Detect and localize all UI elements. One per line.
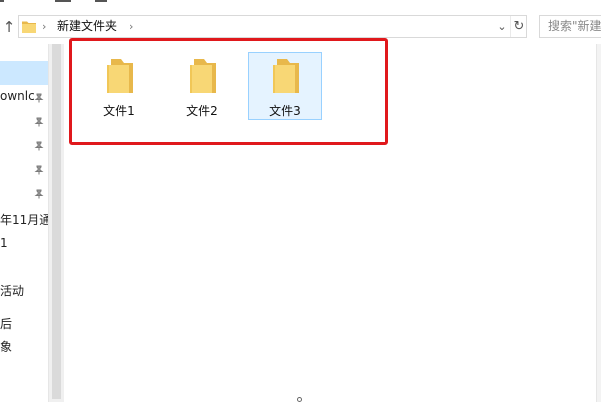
- ribbon-fragment: [55, 0, 71, 2]
- file-list-pane[interactable]: 文件1 文件2 文件3: [64, 44, 601, 402]
- nav-item-label[interactable]: 象: [0, 338, 12, 355]
- up-arrow-icon[interactable]: ↑: [0, 17, 18, 37]
- breadcrumb-separator[interactable]: ›: [42, 16, 46, 37]
- nav-item-label[interactable]: 活动: [0, 282, 24, 299]
- nav-item-label[interactable]: 后: [0, 315, 12, 332]
- ribbon-fragment: [0, 0, 4, 2]
- nav-item-label[interactable]: ownlc: [0, 89, 35, 103]
- ribbon-fragment: [95, 0, 107, 2]
- search-input[interactable]: 搜索"新建: [539, 15, 601, 38]
- folder-item[interactable]: 文件2: [165, 52, 239, 120]
- folder-item[interactable]: 文件1: [82, 52, 156, 120]
- pin-icon[interactable]: [34, 117, 44, 127]
- folder-item-selected[interactable]: 文件3: [248, 52, 322, 120]
- breadcrumb-separator[interactable]: ›: [129, 16, 133, 37]
- nav-item-label[interactable]: 1: [0, 236, 8, 250]
- scrollbar-thumb[interactable]: [52, 44, 61, 399]
- folder-icon: [107, 59, 133, 93]
- refresh-icon[interactable]: ↻: [510, 16, 527, 37]
- folder-icon: [273, 59, 299, 93]
- nav-item-selected[interactable]: [0, 61, 48, 85]
- address-row: ↑ › 新建文件夹 › ⌄ ↻ 搜索"新建: [0, 10, 601, 44]
- folder-icon: [22, 21, 36, 33]
- breadcrumb-current-folder[interactable]: 新建文件夹: [57, 16, 117, 37]
- pin-icon[interactable]: [34, 189, 44, 199]
- resize-handle[interactable]: [297, 397, 302, 402]
- pin-icon[interactable]: [34, 93, 44, 103]
- folder-name: 文件1: [103, 104, 135, 118]
- folder-icon: [190, 59, 216, 93]
- nav-item-label[interactable]: 年11月通报: [0, 211, 48, 228]
- pin-icon[interactable]: [34, 141, 44, 151]
- pin-icon[interactable]: [34, 165, 44, 175]
- navigation-pane: ownlc 年11月通报 1 活动 后 象: [0, 44, 48, 402]
- search-placeholder: 搜索"新建: [548, 19, 601, 33]
- nav-scrollbar[interactable]: [48, 44, 64, 402]
- folder-name: 文件2: [186, 104, 218, 118]
- folder-name: 文件3: [269, 104, 301, 118]
- content-scrollbar[interactable]: [596, 44, 601, 402]
- address-bar[interactable]: › 新建文件夹 › ⌄ ↻: [18, 15, 527, 38]
- ribbon-edge: [0, 0, 601, 10]
- chevron-down-icon[interactable]: ⌄: [495, 16, 509, 37]
